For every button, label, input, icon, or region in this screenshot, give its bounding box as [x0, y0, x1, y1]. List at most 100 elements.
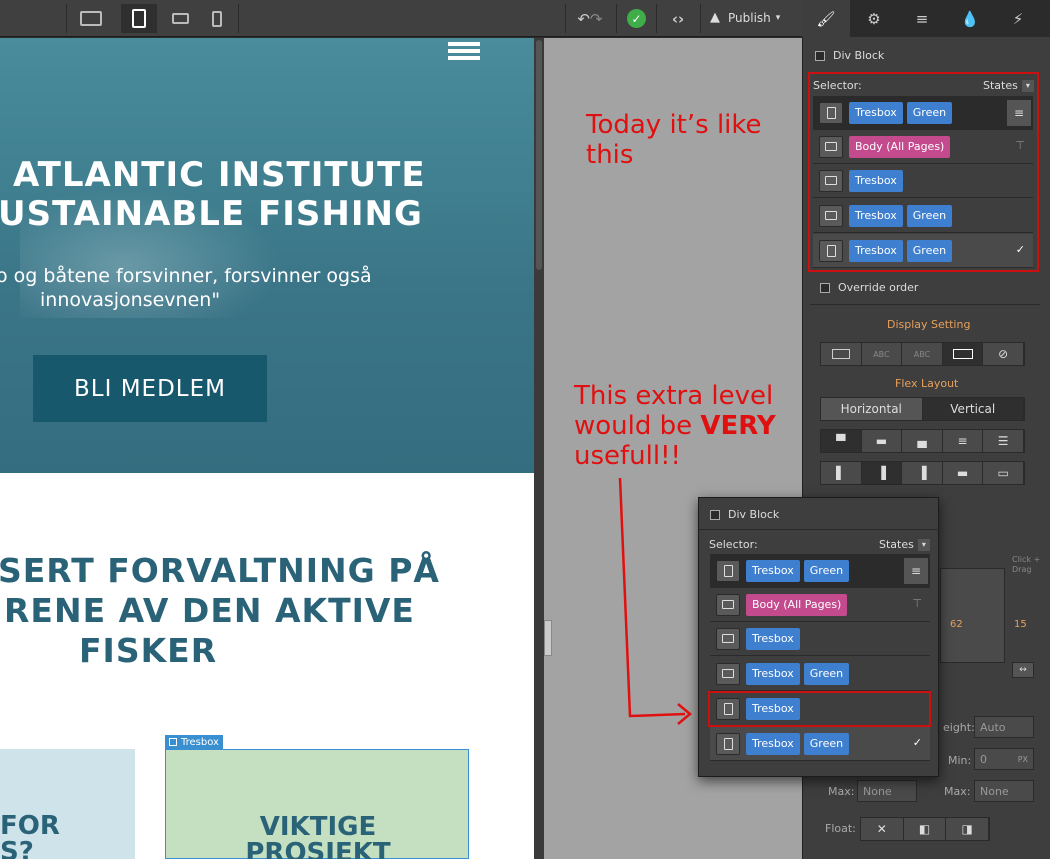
phone-portrait-icon	[212, 10, 222, 27]
class-pill-tresbox[interactable]: Tresbox	[746, 559, 800, 582]
align-stretch-button[interactable]: ☰	[983, 430, 1024, 452]
flex-direction-toggle: Horizontal Vertical	[820, 397, 1025, 421]
align-bottom-button[interactable]: ▄	[902, 430, 943, 452]
flex-vertical-button[interactable]: Vertical	[922, 398, 1024, 420]
selector-option-tresbox-green[interactable]: Tresbox Green	[710, 657, 930, 691]
selector-option-tresbox[interactable]: Tresbox	[710, 622, 930, 656]
float-options: ✕ ◧ ◨	[860, 817, 990, 841]
hamburger-menu-icon[interactable]	[448, 42, 480, 60]
class-pill-tresbox: Tresbox	[746, 662, 800, 685]
tablet-breakpoint-icon	[716, 732, 740, 755]
flex-horizontal-button[interactable]: Horizontal	[821, 398, 923, 420]
float-none-button[interactable]: ✕	[861, 818, 904, 840]
tresbox-card[interactable]: VIKTIGE PROSJEKT	[165, 749, 469, 859]
interactions-tab-bolt-icon[interactable]: ⚡	[994, 0, 1042, 37]
box-value-1[interactable]: 62	[950, 619, 963, 630]
design-canvas[interactable]: ATLANTIC INSTITUTE USTAINABLE FISHING o …	[0, 38, 534, 859]
justify-stretch-button[interactable]: ▬	[942, 462, 984, 484]
class-pill-tresbox: Tresbox	[746, 732, 800, 755]
max-height-input[interactable]: None	[974, 780, 1034, 802]
justify-center-button[interactable]: ▐	[861, 462, 903, 484]
device-tablet-button[interactable]	[121, 4, 157, 33]
annotation-highlight-box	[708, 691, 931, 727]
selector-input[interactable]: Tresbox Green ≡	[710, 554, 930, 588]
section-heading-line-2: RENE AV DEN AKTIVE	[4, 591, 415, 630]
display-flex-button[interactable]	[942, 343, 984, 365]
device-mobile-portrait-button[interactable]	[199, 4, 235, 33]
annotation-note-2-line-2: would be VERY	[574, 411, 776, 441]
canvas-scrollbar[interactable]	[534, 38, 544, 859]
flex-align-options: ▀ ▬ ▄ ≡ ☰	[820, 429, 1025, 453]
display-options: ABC ABC ⊘	[820, 342, 1025, 366]
feature-card[interactable]: FOR S?	[0, 749, 135, 859]
box-lock-button[interactable]: ↔	[1012, 662, 1034, 678]
min-height-input[interactable]: 0 PX	[974, 748, 1034, 770]
display-inline-block-button[interactable]: ABC	[861, 343, 903, 365]
code-export-icon[interactable]: ‹›	[664, 8, 692, 30]
canvas-resize-handle[interactable]	[544, 620, 552, 656]
annotation-note-2-plain: would be	[574, 411, 701, 441]
device-mobile-landscape-button[interactable]	[162, 4, 198, 33]
align-space-button[interactable]: ≡	[942, 430, 984, 452]
override-order-row[interactable]: Override order	[820, 281, 918, 294]
annotation-note-1-line-1: Today it’s like	[586, 110, 762, 140]
block-icon	[831, 349, 850, 359]
display-setting-heading: Display Setting	[887, 318, 971, 331]
states-dropdown[interactable]: States ▾	[879, 538, 930, 551]
align-top-button[interactable]: ▀	[821, 430, 862, 452]
box-value-2[interactable]: 15	[1014, 619, 1027, 630]
display-none-button[interactable]: ⊘	[983, 343, 1024, 365]
device-desktop-button[interactable]	[73, 4, 109, 33]
float-label: Float:	[825, 822, 856, 835]
box-model-editor[interactable]	[940, 568, 1005, 663]
class-pill-green[interactable]: Green	[803, 559, 850, 582]
toolbar-divider	[616, 4, 617, 33]
undo-redo-icons[interactable]: ↶ ↷	[572, 8, 608, 30]
min-label: Min:	[948, 754, 972, 767]
height-input[interactable]: Auto	[974, 716, 1034, 738]
selector-option-body[interactable]: Body (All Pages) ⊤	[710, 588, 930, 622]
toolbar-divider	[66, 4, 67, 33]
scrollbar-thumb[interactable]	[536, 40, 542, 270]
selector-option-tresbox-green-tablet[interactable]: Tresbox Green ✓	[710, 727, 930, 761]
align-center-button[interactable]: ▬	[861, 430, 903, 452]
navigator-tab-icon[interactable]: ≡	[898, 0, 946, 37]
height-label: eight:	[943, 721, 975, 734]
chevron-down-icon: ▾	[917, 538, 930, 551]
selector-menu-icon[interactable]: ≡	[904, 558, 928, 584]
publish-label: Publish	[728, 10, 771, 25]
display-inline-button[interactable]: ABC	[902, 343, 943, 365]
class-pill-green: Green	[803, 732, 850, 755]
override-order-checkbox[interactable]	[820, 282, 830, 293]
max-width-input[interactable]: None	[857, 780, 917, 802]
undo-icon[interactable]: ↶	[577, 10, 590, 28]
settings-tab-gear-icon[interactable]: ⚙	[850, 0, 898, 37]
annotation-note-1-line-2: this	[586, 140, 634, 170]
hero-section: ATLANTIC INSTITUTE USTAINABLE FISHING o …	[0, 38, 534, 473]
float-left-button[interactable]: ◧	[903, 818, 947, 840]
cta-button[interactable]: BLI MEDLEM	[33, 355, 267, 422]
hero-quote-line-1: o og båtene forsvinner, forsvinner også	[0, 265, 372, 287]
toolbar-divider	[238, 4, 239, 33]
desktop-breakpoint-icon	[716, 593, 740, 616]
toolbar-divider	[565, 4, 566, 33]
annotation-note-2-line-1: This extra level	[574, 381, 774, 411]
display-block-button[interactable]	[821, 343, 862, 365]
checkmark-icon: ✓	[912, 736, 922, 749]
annotation-arrow	[618, 477, 692, 725]
annotation-note-2-line-3: usefull!!	[574, 441, 681, 471]
float-right-button[interactable]: ◨	[946, 818, 990, 840]
redo-icon[interactable]: ↷	[590, 10, 603, 28]
class-pill-body: Body (All Pages)	[746, 593, 848, 616]
justify-baseline-button[interactable]: ▭	[983, 462, 1024, 484]
justify-end-button[interactable]: ▐	[902, 462, 943, 484]
hero-title-line-1: ATLANTIC INSTITUTE	[13, 155, 426, 195]
style-tab-brush-icon[interactable]: 🖌	[802, 0, 850, 37]
swatches-tab-drops-icon[interactable]: 💧	[946, 0, 994, 37]
justify-start-button[interactable]: ▌	[821, 462, 862, 484]
override-order-label: Override order	[838, 281, 919, 294]
annotation-note-2-emphasis: VERY	[700, 411, 776, 441]
chevron-down-icon: ▾	[775, 12, 781, 23]
publish-button[interactable]: ▲ Publish ▾	[710, 10, 780, 25]
desktop-breakpoint-icon	[716, 627, 740, 650]
